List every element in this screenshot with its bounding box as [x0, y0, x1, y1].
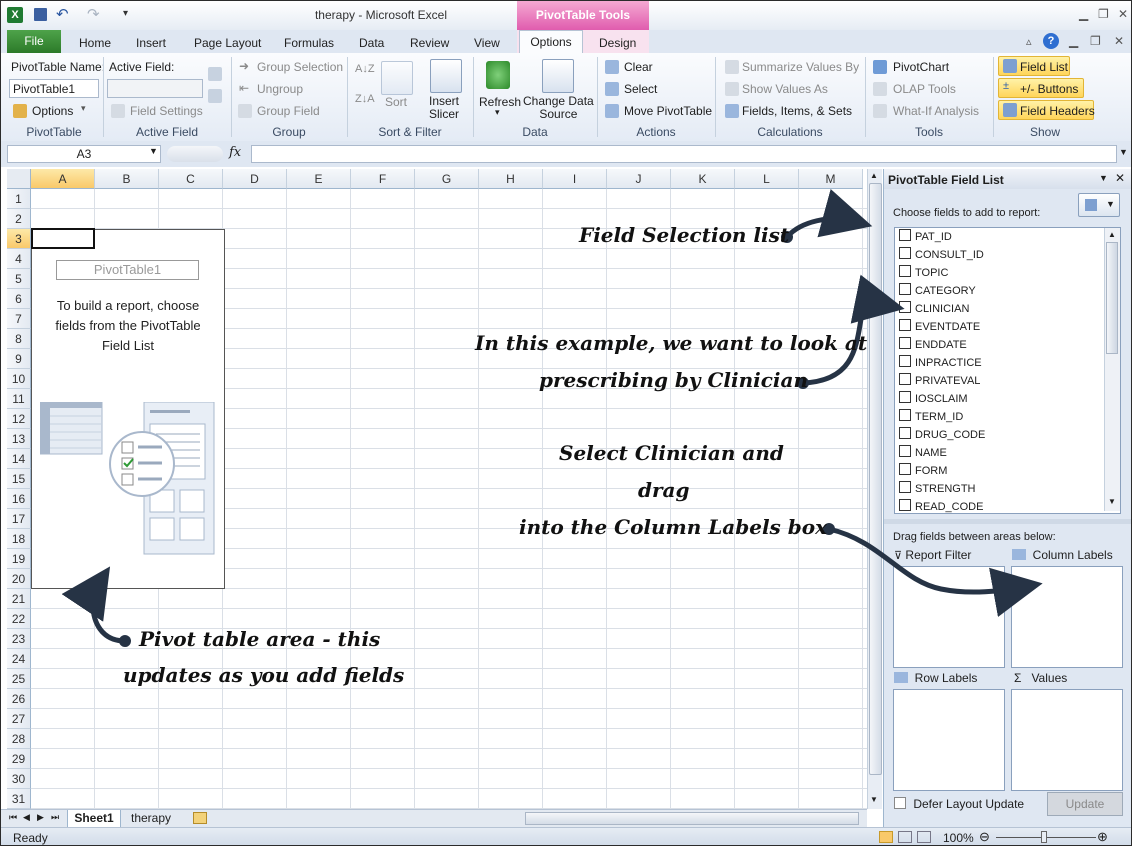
- annotation-select-line1: Select Clinician and: [559, 441, 784, 465]
- annotation-pivot-line1: Pivot table area - this: [139, 627, 381, 651]
- field-selection-arrow: [784, 189, 873, 240]
- annotation-select-line2: drag: [638, 478, 690, 502]
- annotation-example-line1: In this example, we want to look at: [475, 331, 868, 355]
- excel-window: X ↶ ↷ ▾ therapy - Microsoft Excel PivotT…: [0, 0, 1132, 846]
- drag-arrow: [826, 526, 1043, 617]
- annotation-pivot-line2: updates as you add fields: [123, 663, 405, 687]
- annotation-select-line3: into the Column Labels box: [519, 515, 828, 539]
- annotation-field-selection: Field Selection list: [579, 223, 790, 247]
- annotation-example-line2: prescribing by Clinician: [539, 368, 808, 392]
- pivot-area-arrow: [61, 566, 128, 644]
- annotation-arrows: [61, 189, 1043, 647]
- selected-cell[interactable]: [31, 228, 95, 249]
